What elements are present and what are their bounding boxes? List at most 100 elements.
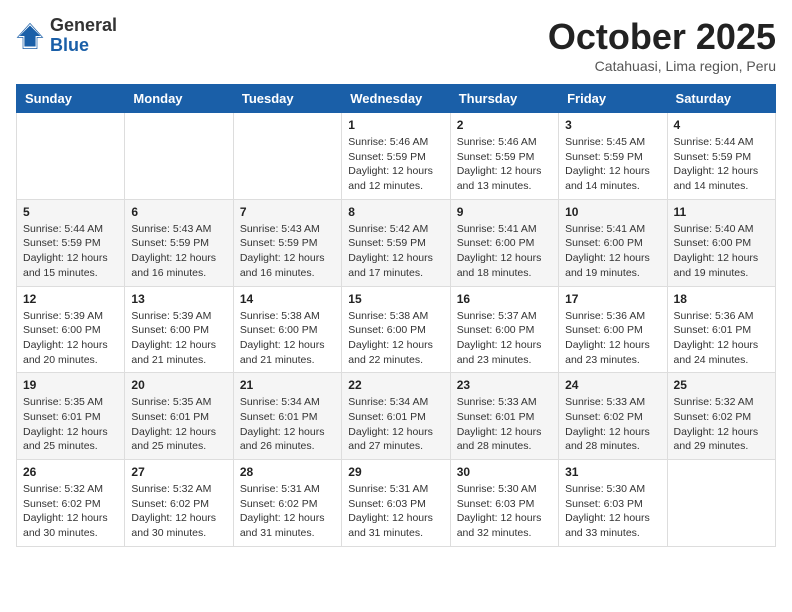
day-number: 12 — [23, 292, 118, 306]
calendar-cell: 18Sunrise: 5:36 AM Sunset: 6:01 PM Dayli… — [667, 286, 775, 373]
week-row-2: 5 Sunrise: 5:44 AM Sunset: 5:59 PM Daylig… — [17, 199, 776, 286]
col-sunday: Sunday — [17, 85, 125, 113]
day-number: 1 — [348, 118, 443, 132]
day-number: 20 — [131, 378, 226, 392]
calendar-cell: 27Sunrise: 5:32 AM Sunset: 6:02 PM Dayli… — [125, 460, 233, 547]
calendar-cell: 19Sunrise: 5:35 AM Sunset: 6:01 PM Dayli… — [17, 373, 125, 460]
day-info: Sunrise: 5:38 AM Sunset: 6:00 PM Dayligh… — [348, 309, 443, 368]
day-info: Sunrise: 5:34 AM Sunset: 6:01 PM Dayligh… — [348, 395, 443, 454]
day-info: Sunrise: 5:30 AM Sunset: 6:03 PM Dayligh… — [457, 482, 552, 541]
month-title: October 2025 — [548, 16, 776, 58]
day-number: 21 — [240, 378, 335, 392]
calendar-cell: 31Sunrise: 5:30 AM Sunset: 6:03 PM Dayli… — [559, 460, 667, 547]
day-number: 14 — [240, 292, 335, 306]
day-number: 19 — [23, 378, 118, 392]
logo-blue: Blue — [50, 36, 117, 56]
day-info: Sunrise: 5:44 AM Sunset: 5:59 PM Dayligh… — [674, 135, 769, 194]
logo: General Blue — [16, 16, 117, 56]
day-number: 29 — [348, 465, 443, 479]
calendar-cell: 10 Sunrise: 5:41 AM Sunset: 6:00 PM Dayli… — [559, 199, 667, 286]
title-section: October 2025 Catahuasi, Lima region, Per… — [548, 16, 776, 74]
day-number: 25 — [674, 378, 769, 392]
day-info: Sunrise: 5:33 AM Sunset: 6:01 PM Dayligh… — [457, 395, 552, 454]
calendar-cell: 20 Sunrise: 5:35 AM Sunset: 6:01 PM Dayli… — [125, 373, 233, 460]
day-number: 31 — [565, 465, 660, 479]
location-subtitle: Catahuasi, Lima region, Peru — [548, 58, 776, 74]
day-info: Sunrise: 5:32 AM Sunset: 6:02 PM Dayligh… — [674, 395, 769, 454]
day-number: 13 — [131, 292, 226, 306]
calendar-cell: 26Sunrise: 5:32 AM Sunset: 6:02 PM Dayli… — [17, 460, 125, 547]
day-number: 17 — [565, 292, 660, 306]
week-row-3: 12Sunrise: 5:39 AM Sunset: 6:00 PM Dayli… — [17, 286, 776, 373]
calendar-cell: 25 Sunrise: 5:32 AM Sunset: 6:02 PM Dayli… — [667, 373, 775, 460]
day-number: 7 — [240, 205, 335, 219]
day-number: 23 — [457, 378, 552, 392]
calendar-header: Sunday Monday Tuesday Wednesday Thursday… — [17, 85, 776, 113]
calendar-cell: 11 Sunrise: 5:40 AM Sunset: 6:00 PM Dayli… — [667, 199, 775, 286]
col-wednesday: Wednesday — [342, 85, 450, 113]
day-info: Sunrise: 5:37 AM Sunset: 6:00 PM Dayligh… — [457, 309, 552, 368]
logo-general: General — [50, 16, 117, 36]
calendar-cell — [233, 113, 341, 200]
calendar-cell — [125, 113, 233, 200]
day-info: Sunrise: 5:41 AM Sunset: 6:00 PM Dayligh… — [457, 222, 552, 281]
day-number: 15 — [348, 292, 443, 306]
day-number: 5 — [23, 205, 118, 219]
calendar-cell: 21Sunrise: 5:34 AM Sunset: 6:01 PM Dayli… — [233, 373, 341, 460]
day-number: 30 — [457, 465, 552, 479]
day-info: Sunrise: 5:42 AM Sunset: 5:59 PM Dayligh… — [348, 222, 443, 281]
calendar-cell: 30 Sunrise: 5:30 AM Sunset: 6:03 PM Dayli… — [450, 460, 558, 547]
week-row-1: 1 Sunrise: 5:46 AM Sunset: 5:59 PM Daylig… — [17, 113, 776, 200]
day-number: 10 — [565, 205, 660, 219]
calendar-cell: 13Sunrise: 5:39 AM Sunset: 6:00 PM Dayli… — [125, 286, 233, 373]
col-friday: Friday — [559, 85, 667, 113]
header-row: Sunday Monday Tuesday Wednesday Thursday… — [17, 85, 776, 113]
day-number: 2 — [457, 118, 552, 132]
calendar-cell: 6 Sunrise: 5:43 AM Sunset: 5:59 PM Daylig… — [125, 199, 233, 286]
logo-text: General Blue — [50, 16, 117, 56]
day-number: 6 — [131, 205, 226, 219]
day-info: Sunrise: 5:46 AM Sunset: 5:59 PM Dayligh… — [457, 135, 552, 194]
day-number: 8 — [348, 205, 443, 219]
day-info: Sunrise: 5:32 AM Sunset: 6:02 PM Dayligh… — [23, 482, 118, 541]
day-info: Sunrise: 5:43 AM Sunset: 5:59 PM Dayligh… — [240, 222, 335, 281]
day-number: 4 — [674, 118, 769, 132]
calendar-cell: 14 Sunrise: 5:38 AM Sunset: 6:00 PM Dayli… — [233, 286, 341, 373]
week-row-5: 26Sunrise: 5:32 AM Sunset: 6:02 PM Dayli… — [17, 460, 776, 547]
day-info: Sunrise: 5:44 AM Sunset: 5:59 PM Dayligh… — [23, 222, 118, 281]
week-row-4: 19 Sunrise: 5:35 AM Sunset: 6:01 PM Dayli… — [17, 373, 776, 460]
calendar-cell: 2 Sunrise: 5:46 AM Sunset: 5:59 PM Daylig… — [450, 113, 558, 200]
col-tuesday: Tuesday — [233, 85, 341, 113]
calendar-table: Sunday Monday Tuesday Wednesday Thursday… — [16, 84, 776, 547]
calendar-cell — [667, 460, 775, 547]
day-info: Sunrise: 5:31 AM Sunset: 6:03 PM Dayligh… — [348, 482, 443, 541]
day-number: 24 — [565, 378, 660, 392]
calendar-cell: 8 Sunrise: 5:42 AM Sunset: 5:59 PM Daylig… — [342, 199, 450, 286]
day-info: Sunrise: 5:41 AM Sunset: 6:00 PM Dayligh… — [565, 222, 660, 281]
day-info: Sunrise: 5:36 AM Sunset: 6:00 PM Dayligh… — [565, 309, 660, 368]
day-info: Sunrise: 5:38 AM Sunset: 6:00 PM Dayligh… — [240, 309, 335, 368]
col-monday: Monday — [125, 85, 233, 113]
calendar-cell: 5 Sunrise: 5:44 AM Sunset: 5:59 PM Daylig… — [17, 199, 125, 286]
calendar-cell: 16Sunrise: 5:37 AM Sunset: 6:00 PM Dayli… — [450, 286, 558, 373]
day-info: Sunrise: 5:43 AM Sunset: 5:59 PM Dayligh… — [131, 222, 226, 281]
calendar-cell — [17, 113, 125, 200]
calendar-cell: 24Sunrise: 5:33 AM Sunset: 6:02 PM Dayli… — [559, 373, 667, 460]
calendar-cell: 9 Sunrise: 5:41 AM Sunset: 6:00 PM Daylig… — [450, 199, 558, 286]
day-number: 22 — [348, 378, 443, 392]
day-info: Sunrise: 5:36 AM Sunset: 6:01 PM Dayligh… — [674, 309, 769, 368]
calendar-cell: 7 Sunrise: 5:43 AM Sunset: 5:59 PM Daylig… — [233, 199, 341, 286]
day-info: Sunrise: 5:40 AM Sunset: 6:00 PM Dayligh… — [674, 222, 769, 281]
day-number: 9 — [457, 205, 552, 219]
day-number: 11 — [674, 205, 769, 219]
calendar-cell: 23 Sunrise: 5:33 AM Sunset: 6:01 PM Dayli… — [450, 373, 558, 460]
col-saturday: Saturday — [667, 85, 775, 113]
day-info: Sunrise: 5:32 AM Sunset: 6:02 PM Dayligh… — [131, 482, 226, 541]
calendar-cell: 29 Sunrise: 5:31 AM Sunset: 6:03 PM Dayli… — [342, 460, 450, 547]
logo-icon — [16, 22, 44, 50]
day-number: 3 — [565, 118, 660, 132]
day-info: Sunrise: 5:31 AM Sunset: 6:02 PM Dayligh… — [240, 482, 335, 541]
day-info: Sunrise: 5:45 AM Sunset: 5:59 PM Dayligh… — [565, 135, 660, 194]
calendar-cell: 17 Sunrise: 5:36 AM Sunset: 6:00 PM Dayli… — [559, 286, 667, 373]
day-info: Sunrise: 5:35 AM Sunset: 6:01 PM Dayligh… — [131, 395, 226, 454]
